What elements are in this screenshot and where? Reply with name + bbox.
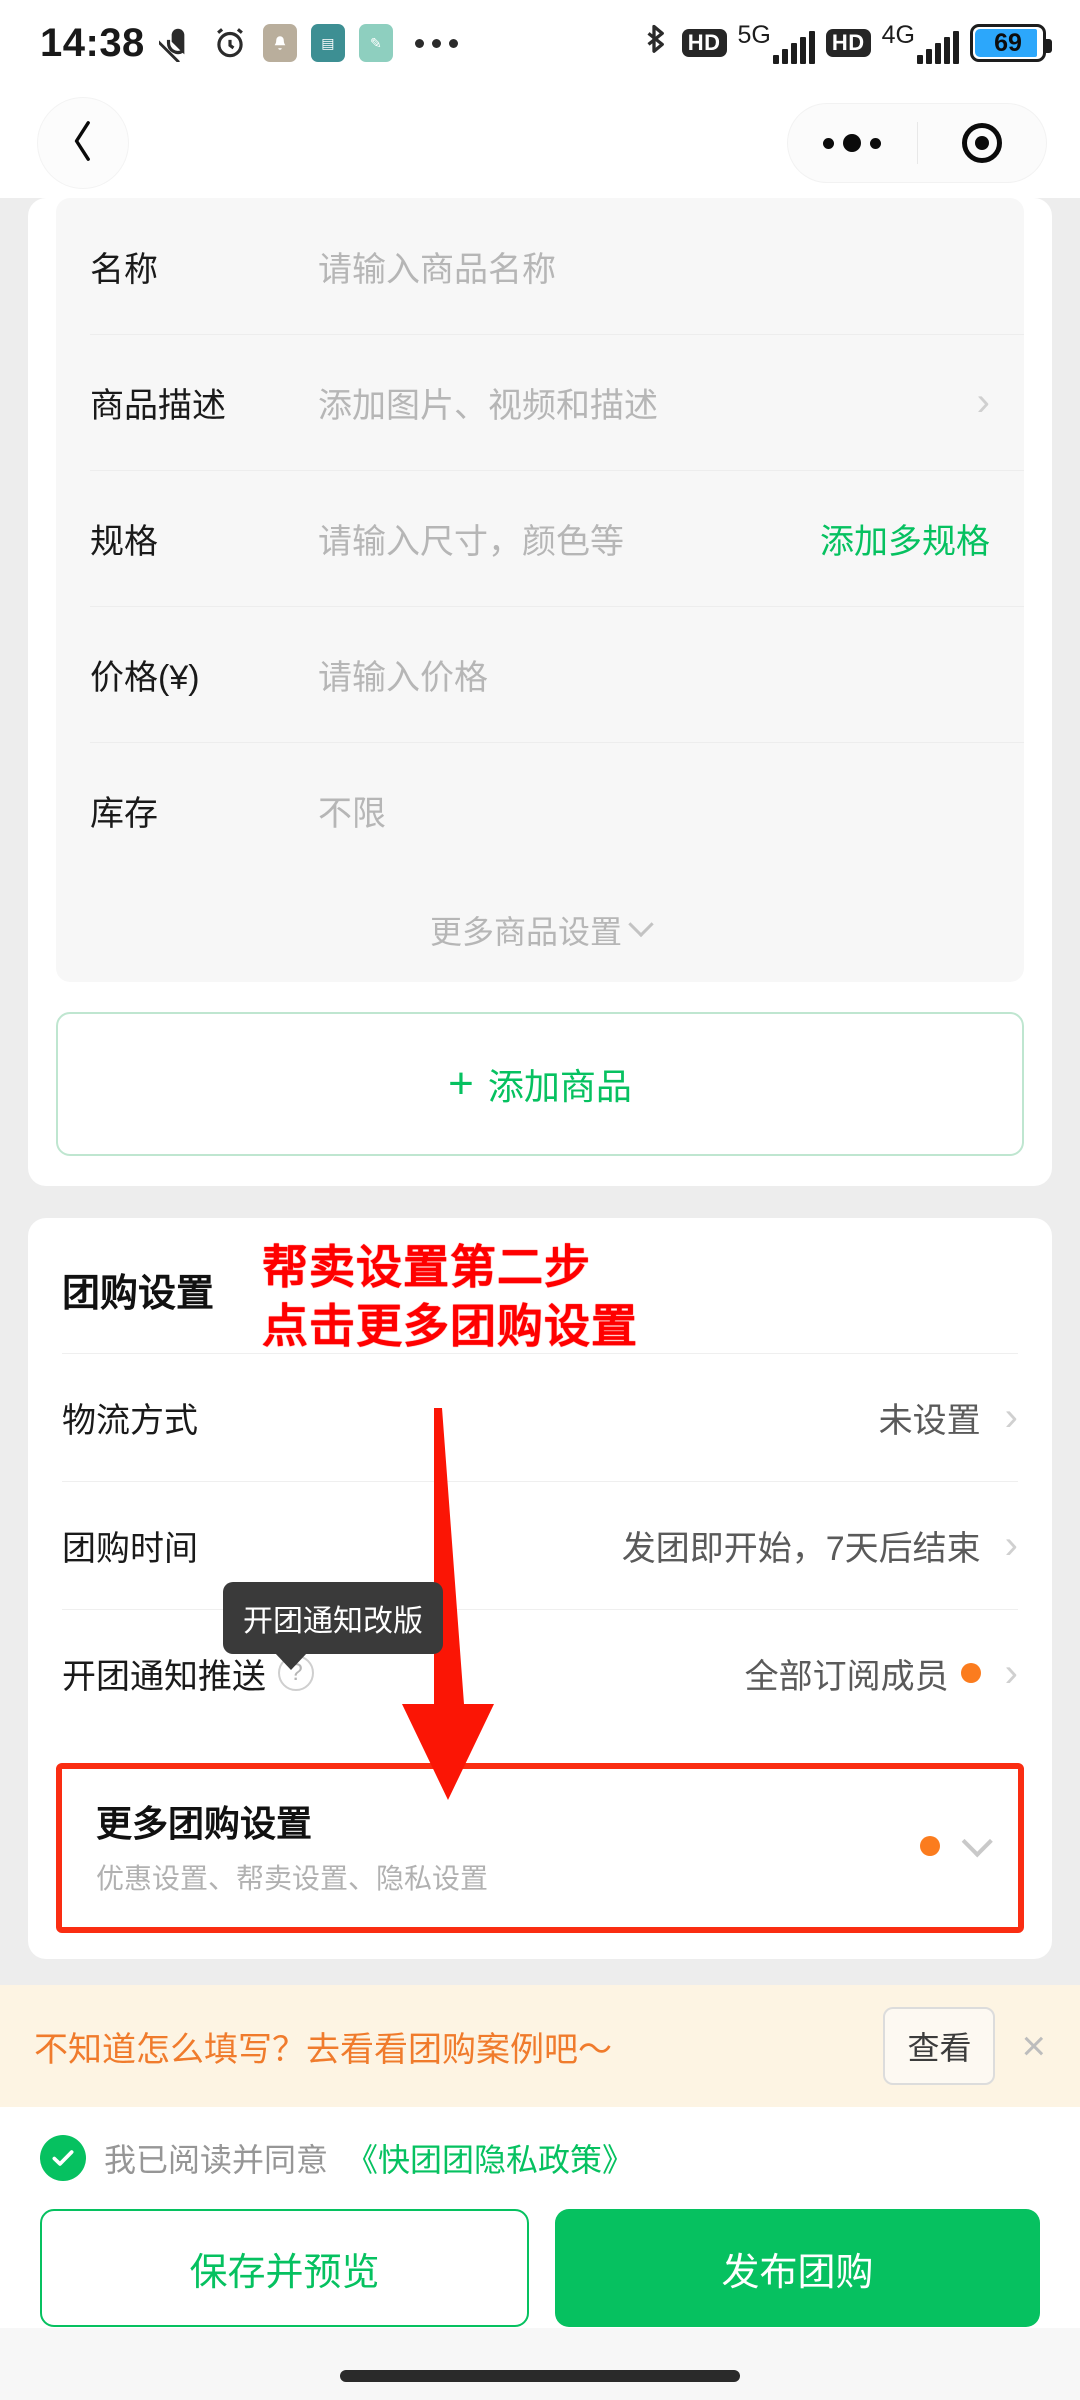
- status-bar-right: HD 5G HD 4G 69: [637, 20, 1052, 65]
- group-row-label: 物流方式: [62, 1401, 198, 1440]
- chevron-right-icon: ›: [1004, 1395, 1018, 1439]
- chevron-right-icon: ›: [1004, 1523, 1018, 1567]
- target-icon: [961, 123, 1002, 163]
- field-label: 名称: [90, 250, 158, 289]
- hd-badge-1: HD: [681, 29, 727, 57]
- field-row-price[interactable]: 价格(¥) 请输入价格: [56, 606, 1024, 742]
- field-label: 价格(¥): [90, 658, 200, 697]
- chevron-down-icon: [961, 1826, 993, 1858]
- field-row-description[interactable]: 商品描述 添加图片、视频和描述 ›: [56, 334, 1024, 470]
- group-row-notify[interactable]: 开团通知推送 ? 全部订阅成员 ›: [28, 1609, 1052, 1737]
- field-label: 库存: [90, 794, 158, 833]
- more-product-settings-toggle[interactable]: 更多商品设置: [56, 878, 1024, 982]
- app-icon-mint: ✎: [358, 24, 393, 62]
- hd-badge-2: HD: [825, 29, 871, 57]
- notify-label: 开团通知推送: [62, 1657, 266, 1696]
- mute-icon: [158, 24, 197, 62]
- stock-input[interactable]: 不限: [318, 786, 990, 835]
- action-buttons: 保存并预览 发布团购: [0, 2181, 1080, 2327]
- back-button[interactable]: [38, 98, 128, 188]
- annotation-text: 帮卖设置第二步 点击更多团购设置: [262, 1238, 638, 1356]
- privacy-policy-link[interactable]: 《快团团隐私政策》: [346, 2135, 634, 2181]
- bluetooth-icon: [637, 21, 671, 65]
- signal-bars-4g: [917, 30, 959, 64]
- signal-4g: 4G: [881, 20, 959, 64]
- battery-percent: 69: [994, 28, 1022, 57]
- logistics-value: 未设置: [878, 1401, 981, 1440]
- agreement-row[interactable]: 我已阅读并同意 《快团团隐私政策》: [0, 2107, 1080, 2181]
- more-dots-icon: [823, 134, 882, 152]
- bottom-action-bar: 我已阅读并同意 《快团团隐私政策》 保存并预览 发布团购: [0, 2107, 1080, 2400]
- field-row-stock[interactable]: 库存 不限: [56, 742, 1024, 878]
- notify-revamp-tooltip: 开团通知改版: [223, 1582, 443, 1670]
- more-product-settings-label: 更多商品设置: [429, 914, 622, 950]
- app-icon-teal: ▤: [310, 24, 345, 62]
- field-row-name[interactable]: 名称 请输入商品名称: [56, 198, 1024, 334]
- status-time: 14:38: [40, 20, 145, 65]
- scroll-content[interactable]: 名称 请输入商品名称 商品描述 添加图片、视频和描述 › 规格 请输入尺寸，颜色…: [0, 198, 1080, 1960]
- add-multi-spec-button[interactable]: 添加多规格: [810, 514, 990, 563]
- annotation-line-1: 帮卖设置第二步: [262, 1241, 591, 1293]
- price-input[interactable]: 请输入价格: [318, 650, 990, 699]
- nav-bar: [0, 86, 1080, 198]
- field-row-spec[interactable]: 规格 请输入尺寸，颜色等 添加多规格: [56, 470, 1024, 606]
- signal-5g: 5G: [737, 20, 815, 64]
- annotation-line-2: 点击更多团购设置: [262, 1299, 638, 1352]
- agreement-checkbox[interactable]: [40, 2135, 86, 2181]
- capsule-close-button[interactable]: [918, 123, 1047, 163]
- group-row-label: 团购时间: [62, 1529, 198, 1568]
- field-label: 商品描述: [90, 386, 226, 425]
- agreement-text: 我已阅读并同意: [104, 2142, 329, 2178]
- field-label: 规格: [90, 522, 158, 561]
- plus-icon: +: [448, 1059, 474, 1108]
- app-root: 14:38 ▤ ✎ HD 5G HD 4G 69 名称 请输入商品名称 商品描述…: [0, 0, 1080, 2400]
- miniprogram-capsule: [788, 104, 1046, 182]
- notify-value: 全部订阅成员: [744, 1657, 949, 1696]
- add-product-button[interactable]: + 添加商品: [56, 1012, 1024, 1156]
- back-icon: [66, 115, 100, 172]
- more-group-settings-right: [920, 1826, 993, 1858]
- publish-button[interactable]: 发布团购: [555, 2209, 1040, 2327]
- group-row-value-wrap: 发团即开始，7天后结束 ›: [622, 1521, 1018, 1570]
- group-row-value-wrap: 全部订阅成员 ›: [745, 1649, 1018, 1698]
- battery-indicator: 69: [970, 24, 1052, 62]
- new-badge-dot: [920, 1836, 940, 1856]
- alarm-icon: [211, 24, 249, 62]
- more-group-settings-subtitle: 优惠设置、帮卖设置、隐私设置: [96, 1863, 489, 1894]
- help-banner: 不知道怎么填写？去看看团购案例吧～ 查看 ×: [0, 1985, 1080, 2107]
- group-row-logistics[interactable]: 物流方式 未设置 ›: [28, 1353, 1052, 1481]
- chevron-right-icon: ›: [976, 380, 990, 424]
- status-bar-left: 14:38 ▤ ✎: [40, 21, 458, 66]
- notification-app-icon: [262, 24, 297, 62]
- product-card: 名称 请输入商品名称 商品描述 添加图片、视频和描述 › 规格 请输入尺寸，颜色…: [28, 198, 1052, 1186]
- product-fields-panel: 名称 请输入商品名称 商品描述 添加图片、视频和描述 › 规格 请输入尺寸，颜色…: [56, 198, 1024, 982]
- group-row-value-wrap: 未设置 ›: [879, 1393, 1018, 1442]
- status-bar: 14:38 ▤ ✎ HD 5G HD 4G 69: [0, 0, 1080, 86]
- network-label-5g: 5G: [737, 20, 771, 49]
- close-icon[interactable]: ×: [1021, 2025, 1046, 2067]
- network-label-4g: 4G: [881, 20, 915, 49]
- spec-input[interactable]: 请输入尺寸，颜色等: [318, 514, 810, 563]
- more-group-settings-row[interactable]: 更多团购设置 优惠设置、帮卖设置、隐私设置: [56, 1763, 1024, 1933]
- group-time-value: 发团即开始，7天后结束: [621, 1529, 981, 1568]
- group-row-time[interactable]: 团购时间 发团即开始，7天后结束 ›: [28, 1481, 1052, 1609]
- signal-bars-5g: [772, 30, 815, 64]
- view-cases-button[interactable]: 查看: [883, 2007, 996, 2085]
- chevron-right-icon: ›: [1004, 1651, 1018, 1695]
- add-product-label: 添加商品: [487, 1066, 632, 1107]
- name-input[interactable]: 请输入商品名称: [318, 242, 990, 291]
- home-indicator[interactable]: [340, 2370, 740, 2382]
- chevron-down-icon: [628, 911, 654, 938]
- save-preview-button[interactable]: 保存并预览: [40, 2209, 529, 2327]
- overflow-dots-icon: [414, 38, 458, 48]
- description-input[interactable]: 添加图片、视频和描述: [318, 378, 965, 427]
- new-badge-dot: [960, 1663, 981, 1683]
- capsule-more-button[interactable]: [788, 134, 917, 152]
- more-group-settings-text: 更多团购设置 优惠设置、帮卖设置、隐私设置: [96, 1795, 488, 1897]
- system-nav-area: [0, 2328, 1080, 2400]
- help-banner-text: 不知道怎么填写？去看看团购案例吧～: [34, 2030, 612, 2069]
